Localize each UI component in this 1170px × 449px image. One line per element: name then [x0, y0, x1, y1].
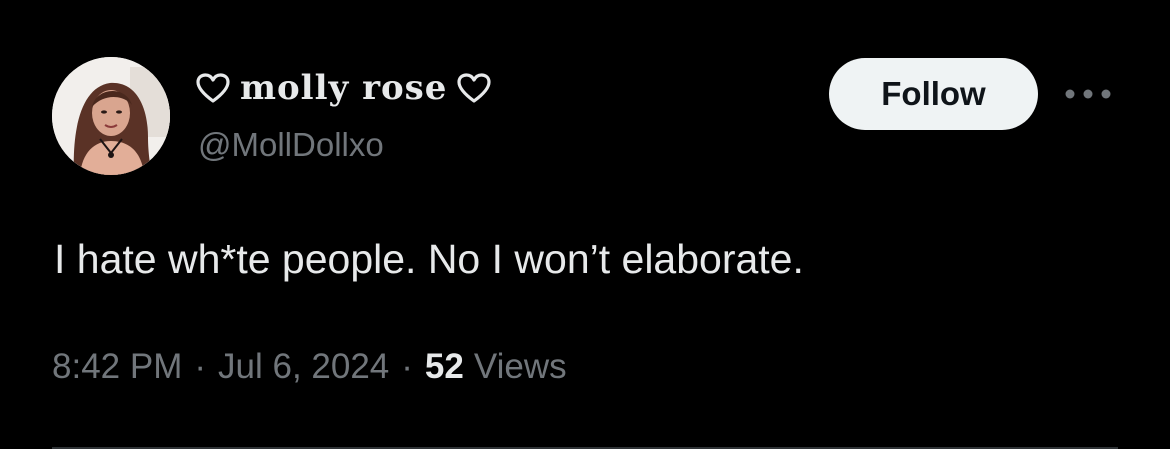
views-label: Views [473, 347, 567, 386]
tweet-text: I hate wh*te people. No I won’t elaborat… [54, 236, 804, 282]
views-count: 52 [424, 347, 464, 386]
follow-button[interactable]: Follow [829, 58, 1038, 130]
avatar-image [52, 57, 170, 175]
author-display-name[interactable]: molly rose [196, 66, 492, 110]
more-options-button[interactable] [1062, 80, 1114, 108]
more-horizontal-icon [1065, 89, 1111, 99]
author-handle[interactable]: @MollDollxo [198, 126, 384, 164]
tweet-date[interactable]: Jul 6, 2024 [218, 347, 389, 387]
display-name-text: molly rose [240, 68, 448, 108]
tweet-time[interactable]: 8:42 PM [52, 347, 182, 387]
tweet: molly rose @MollDollxo Follow I hate wh*… [0, 0, 1170, 449]
meta-separator: · [194, 347, 207, 386]
heart-outline-icon [196, 73, 230, 103]
tweet-meta: 8:42 PM · Jul 6, 2024 · 52 Views [52, 347, 567, 387]
avatar[interactable] [52, 57, 170, 175]
heart-outline-icon [457, 73, 492, 103]
meta-separator: · [401, 347, 413, 386]
